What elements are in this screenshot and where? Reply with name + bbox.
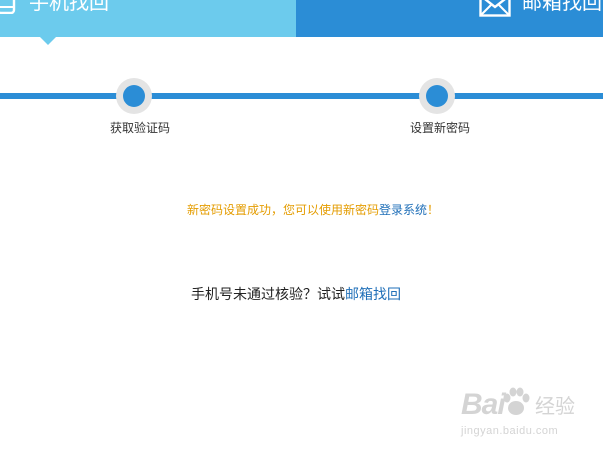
step-node-set-password [419,78,455,114]
alternative-recovery-prompt: 手机号未通过核验？试试邮箱找回 [0,286,592,304]
active-tab-pointer [40,37,56,45]
watermark-url: jingyan.baidu.com [461,425,559,437]
step-node-get-code [116,78,152,114]
success-message: 新密码设置成功，您可以使用新密码登录系统！ [0,202,603,218]
tab-phone-recovery[interactable]: 手机找回 [0,0,296,37]
step-label-get-code: 获取验证码 [109,121,171,135]
phone-icon [0,0,16,14]
baidu-jingyan-watermark: Bai 经验 jingyan.baidu.com [455,384,595,444]
progress-track [0,93,603,99]
success-suffix: ！ [427,203,440,217]
recovery-method-tabs: 手机找回 邮箱找回 [0,0,603,37]
tab-email-recovery[interactable]: 邮箱找回 [296,0,603,37]
watermark-brand-cn: 经验 [535,394,575,418]
paw-icon [503,387,530,415]
watermark-brand: Bai [461,388,506,421]
alternative-prompt-text: 手机号未通过核验？试试 [191,287,345,303]
success-text: 新密码设置成功，您可以使用新密码 [186,203,379,217]
step-label-set-password: 设置新密码 [409,121,471,135]
mail-icon [479,0,511,17]
tab-email-label: 邮箱找回 [522,0,602,14]
email-recovery-link[interactable]: 邮箱找回 [345,287,401,303]
tab-phone-label: 手机找回 [29,0,109,14]
step-dot [123,85,145,107]
step-dot [426,85,448,107]
login-system-link[interactable]: 登录系统 [379,203,427,217]
